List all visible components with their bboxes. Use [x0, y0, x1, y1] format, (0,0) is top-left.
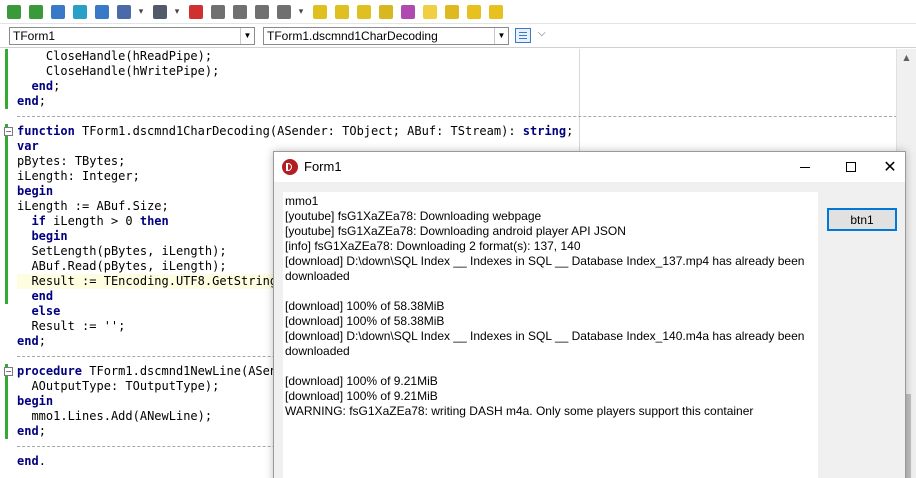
find-icon[interactable]	[376, 3, 395, 21]
notes-icon[interactable]	[332, 3, 351, 21]
chevron-down-icon[interactable]: ▾	[136, 7, 146, 17]
settings-icon-glyph	[444, 4, 459, 19]
chevron-down-icon[interactable]: ▾	[172, 7, 182, 17]
save-icon-glyph	[6, 4, 21, 19]
memo-line: [download] 100% of 58.38MiB	[285, 314, 445, 328]
method-combo[interactable]: TForm1.dscmnd1CharDecoding ▼	[263, 27, 509, 45]
dictionary-icon[interactable]	[398, 3, 417, 21]
package-icon-glyph	[94, 4, 109, 19]
memo-line: downloaded	[285, 344, 350, 358]
view-unit-icon[interactable]	[70, 3, 89, 21]
memo-line: [download] 100% of 9.21MiB	[285, 389, 438, 403]
close-icon: ✕	[883, 157, 897, 176]
help-icon-glyph	[466, 4, 481, 19]
trace-into-icon-glyph	[232, 4, 247, 19]
component-icon[interactable]	[114, 3, 133, 21]
step-over-icon[interactable]	[208, 3, 227, 21]
delphi-app-icon	[282, 159, 298, 175]
btn1-button[interactable]: btn1	[827, 208, 897, 231]
chevron-down-icon[interactable]: ⌵	[538, 28, 546, 39]
info-icon-glyph	[488, 4, 503, 19]
code-line: function TForm1.dscmnd1CharDecoding(ASen…	[17, 124, 574, 138]
minimize-icon	[800, 166, 810, 168]
window-title: Form1	[304, 159, 342, 174]
stop-icon[interactable]	[186, 3, 205, 21]
save-all-icon[interactable]	[26, 3, 45, 21]
unit-selector-bar: TForm1 ▼ TForm1.dscmnd1CharDecoding ▼	[0, 24, 916, 48]
close-button[interactable]: ✕	[874, 152, 906, 182]
memo-line: mmo1	[285, 194, 319, 208]
form-combo[interactable]: TForm1 ▼	[9, 27, 255, 45]
memo-line	[285, 284, 816, 299]
code-line: end;	[31, 79, 61, 93]
memo-line: WARNING: fsG1XaZEa78: writing DASH m4a. …	[285, 404, 754, 418]
fold-toggle-icon[interactable]: −	[4, 367, 13, 376]
run-to-cursor-icon-glyph	[254, 4, 269, 19]
save-icon[interactable]	[4, 3, 23, 21]
return-icon[interactable]	[274, 3, 293, 21]
maximize-button[interactable]	[828, 152, 874, 182]
return-icon-glyph	[276, 4, 291, 19]
memo-line: downloaded	[285, 269, 350, 283]
chevron-down-icon[interactable]: ▾	[296, 7, 306, 17]
scroll-up-icon[interactable]: ▲	[897, 49, 916, 66]
method-combo-value: TForm1.dscmnd1CharDecoding	[267, 29, 438, 43]
breakpoint-icon[interactable]	[310, 3, 329, 21]
note-icon-glyph	[422, 4, 437, 19]
main-toolbar: ▾ ▾ ▾	[0, 0, 916, 24]
code-line: end;	[17, 94, 46, 108]
modified-line-marker	[5, 49, 8, 109]
step-over-icon-glyph	[210, 4, 225, 19]
note-icon[interactable]	[420, 3, 439, 21]
component-icon-glyph	[116, 4, 131, 19]
find-icon-glyph	[378, 4, 393, 19]
save-all-icon-glyph	[28, 4, 43, 19]
chevron-down-icon[interactable]: ▼	[494, 28, 508, 44]
window-titlebar[interactable]: Form1 ✕	[274, 152, 905, 182]
memo-line: [info] fsG1XaZEa78: Downloading 2 format…	[285, 239, 581, 253]
settings-icon[interactable]	[442, 3, 461, 21]
breakpoint-icon-glyph	[312, 4, 327, 19]
modified-line-marker	[5, 124, 8, 304]
form1-window: Form1 ✕ mmo1 [youtube] fsG1XaZEa78: Downl…	[273, 151, 906, 478]
run-icon[interactable]	[150, 3, 169, 21]
paste-icon-glyph	[356, 4, 371, 19]
package-icon[interactable]	[92, 3, 111, 21]
paste-icon[interactable]	[354, 3, 373, 21]
memo-output[interactable]: mmo1 [youtube] fsG1XaZEa78: Downloading w…	[283, 192, 818, 478]
new-form-icon[interactable]	[48, 3, 67, 21]
dictionary-icon-glyph	[400, 4, 415, 19]
view-unit-icon-glyph	[72, 4, 87, 19]
memo-line: [download] D:\down\SQL Index __ Indexes …	[285, 254, 805, 268]
stop-icon-glyph	[188, 4, 203, 19]
info-icon[interactable]	[486, 3, 505, 21]
memo-line: [youtube] fsG1XaZEa78: Downloading andro…	[285, 224, 626, 238]
fold-toggle-icon[interactable]: −	[4, 127, 13, 136]
notes-icon-glyph	[334, 4, 349, 19]
memo-line: [download] 100% of 58.38MiB	[285, 299, 445, 313]
maximize-icon	[846, 162, 856, 172]
code-line: CloseHandle(hReadPipe);	[45, 49, 213, 63]
run-to-cursor-icon[interactable]	[252, 3, 271, 21]
minimize-button[interactable]	[782, 152, 828, 182]
structure-view-icon[interactable]	[515, 28, 531, 43]
memo-line: [youtube] fsG1XaZEa78: Downloading webpa…	[285, 209, 542, 223]
chevron-down-icon[interactable]: ▼	[240, 28, 254, 44]
memo-line	[285, 359, 816, 374]
help-icon[interactable]	[464, 3, 483, 21]
run-icon-glyph	[152, 4, 167, 19]
memo-line: [download] D:\down\SQL Index __ Indexes …	[285, 329, 805, 343]
new-form-icon-glyph	[50, 4, 65, 19]
trace-into-icon[interactable]	[230, 3, 249, 21]
code-line: CloseHandle(hWritePipe);	[45, 64, 220, 78]
memo-line: [download] 100% of 9.21MiB	[285, 374, 438, 388]
form-combo-value: TForm1	[13, 29, 55, 43]
